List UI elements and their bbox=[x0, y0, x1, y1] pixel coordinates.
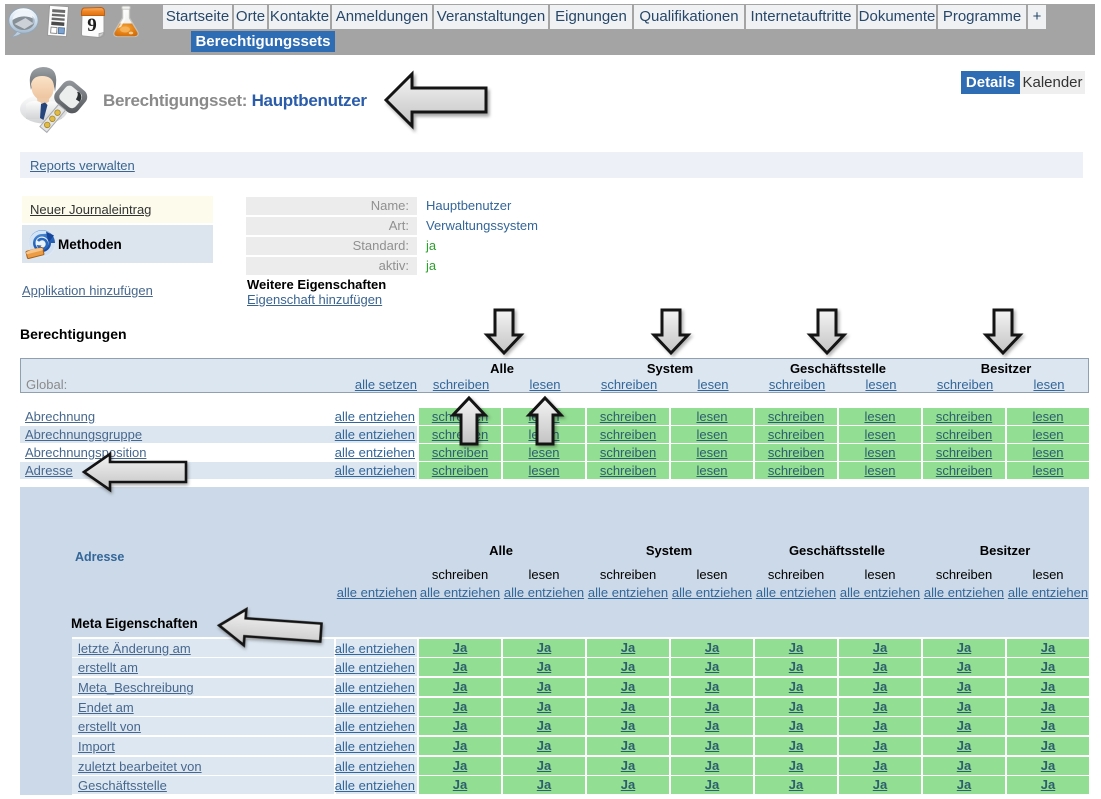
svg-text:9: 9 bbox=[87, 15, 97, 36]
